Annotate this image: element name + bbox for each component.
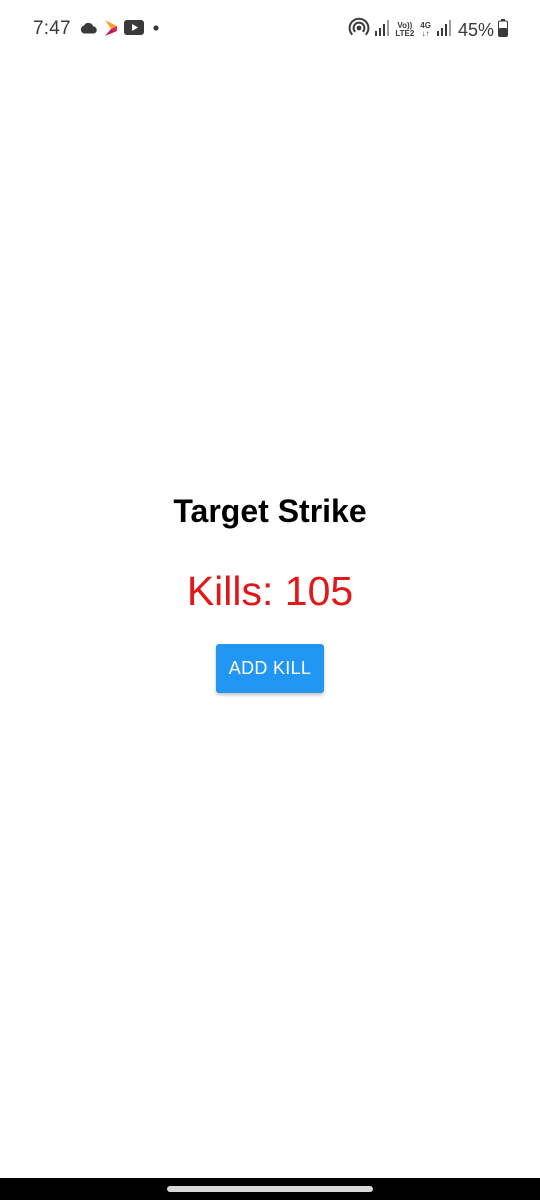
network-type-icon: 4G ↓↑ <box>420 22 431 38</box>
navigation-bar <box>0 1178 540 1200</box>
notification-dot-icon <box>150 21 162 39</box>
kills-counter: Kills: 105 <box>186 568 354 614</box>
cloud-icon <box>80 21 98 39</box>
add-kill-button[interactable]: ADD KILL <box>216 644 324 693</box>
signal-2-icon <box>436 19 452 42</box>
app-logo-icon <box>104 19 118 42</box>
app-title: Target Strike <box>173 493 367 529</box>
battery-icon <box>498 18 508 42</box>
status-time: 7:47 <box>33 18 71 39</box>
status-right-icons: Vo)) LTE2 4G ↓↑ 45% <box>348 17 508 43</box>
status-left-icons <box>80 19 162 42</box>
battery-percent: 45% <box>457 19 494 40</box>
hotspot-icon <box>348 17 370 44</box>
youtube-icon <box>124 20 144 40</box>
signal-1-icon <box>374 19 390 42</box>
home-gesture-handle[interactable] <box>167 1186 373 1192</box>
volte-bottom-label: LTE2 <box>395 29 415 38</box>
volte-icon: Vo)) LTE2 <box>395 22 414 38</box>
status-bar: 7:47 Vo)) LTE2 4G ↓↑ 45% <box>0 0 540 60</box>
app-screen: 7:47 Vo)) LTE2 4G ↓↑ 45% Target Strike K… <box>0 0 540 1200</box>
data-arrows-icon: ↓↑ <box>421 29 430 38</box>
